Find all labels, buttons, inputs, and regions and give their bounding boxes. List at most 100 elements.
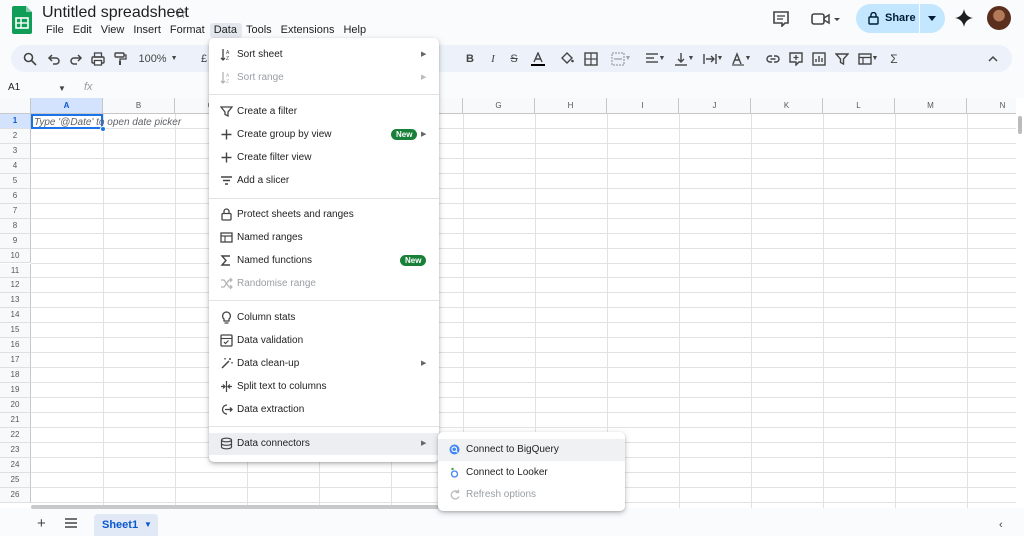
insert-comment-icon[interactable] bbox=[788, 50, 804, 67]
fill-color-icon[interactable] bbox=[559, 50, 575, 67]
menu-item-randomise-range[interactable]: Randomise range bbox=[209, 273, 439, 295]
chevron-down-icon[interactable]: ▼ bbox=[58, 84, 66, 93]
row-header[interactable]: 10 bbox=[0, 248, 31, 264]
column-header[interactable]: M bbox=[895, 98, 967, 114]
menu-data[interactable]: Data bbox=[209, 23, 242, 38]
column-header[interactable]: J bbox=[679, 98, 751, 114]
menu-item-sort-sheet[interactable]: A Z Sort sheet ▶ bbox=[209, 44, 439, 66]
chevron-down-icon[interactable] bbox=[928, 16, 936, 21]
menu-item-named-functions[interactable]: Named functions New bbox=[209, 250, 439, 272]
link-icon[interactable] bbox=[765, 50, 781, 67]
row-header[interactable]: 18 bbox=[0, 368, 31, 384]
comments-icon[interactable] bbox=[772, 11, 790, 27]
row-header[interactable]: 12 bbox=[0, 278, 31, 294]
menu-view[interactable]: View bbox=[97, 23, 130, 38]
row-header[interactable]: 22 bbox=[0, 427, 31, 443]
menu-item-column-stats[interactable]: Column stats bbox=[209, 307, 439, 329]
merge-cells-icon[interactable]: ▼ bbox=[608, 50, 634, 67]
menu-item-create-group-by-view[interactable]: Create group by view New ▶ bbox=[209, 124, 439, 146]
strikethrough-icon[interactable]: S bbox=[508, 50, 520, 67]
horizontal-align-icon[interactable]: ▼ bbox=[643, 50, 667, 67]
menu-item-split-text-to-columns[interactable]: Split text to columns bbox=[209, 376, 439, 398]
column-header[interactable]: G bbox=[463, 98, 535, 114]
filter-views-icon[interactable]: ▼ bbox=[856, 50, 880, 67]
row-header[interactable]: 4 bbox=[0, 158, 31, 174]
row-header[interactable]: 20 bbox=[0, 398, 31, 413]
menu-help[interactable]: Help bbox=[339, 23, 371, 38]
row-header[interactable]: 26 bbox=[0, 487, 31, 503]
all-sheets-icon[interactable] bbox=[65, 517, 77, 529]
chevron-down-icon[interactable]: ▼ bbox=[144, 520, 152, 529]
column-header[interactable]: B bbox=[103, 98, 175, 114]
menu-item-data-validation[interactable]: Data validation bbox=[209, 330, 439, 352]
row-header[interactable]: 6 bbox=[0, 188, 31, 204]
menu-item-add-a-slicer[interactable]: Add a slicer bbox=[209, 170, 439, 192]
row-header[interactable]: 2 bbox=[0, 128, 31, 144]
menu-item-data-connectors[interactable]: Data connectors ▶ bbox=[209, 433, 439, 455]
menu-item-named-ranges[interactable]: Named ranges bbox=[209, 227, 439, 249]
column-header[interactable]: I bbox=[607, 98, 679, 114]
italic-icon[interactable]: I bbox=[487, 50, 499, 67]
row-header[interactable]: 23 bbox=[0, 442, 31, 458]
submenu-item-connect-to-bigquery[interactable]: Connect to BigQuery bbox=[438, 439, 625, 461]
row-header[interactable]: 14 bbox=[0, 308, 31, 324]
menu-item-data-extraction[interactable]: Data extraction bbox=[209, 399, 439, 421]
text-rotation-icon[interactable]: ▼ bbox=[729, 50, 753, 67]
redo-icon[interactable] bbox=[68, 50, 84, 67]
bold-icon[interactable]: B bbox=[464, 50, 476, 67]
row-header[interactable]: 9 bbox=[0, 233, 31, 249]
row-header[interactable]: 3 bbox=[0, 143, 31, 159]
row-header[interactable]: 1 bbox=[0, 114, 31, 129]
row-header[interactable]: 7 bbox=[0, 203, 31, 219]
menu-item-protect-sheets-and-ranges[interactable]: Protect sheets and ranges bbox=[209, 204, 439, 226]
row-header[interactable]: 16 bbox=[0, 338, 31, 354]
column-header[interactable]: K bbox=[751, 98, 823, 114]
column-header[interactable]: A bbox=[31, 98, 103, 114]
share-button[interactable]: Share bbox=[856, 4, 945, 33]
select-all-corner[interactable] bbox=[0, 98, 31, 114]
vertical-align-icon[interactable]: ▼ bbox=[672, 50, 696, 67]
name-box[interactable]: A1 bbox=[8, 82, 20, 93]
menu-item-create-filter-view[interactable]: Create filter view bbox=[209, 147, 439, 169]
chevron-left-icon[interactable]: ‹ bbox=[999, 519, 1003, 531]
menu-item-create-a-filter[interactable]: Create a filter bbox=[209, 101, 439, 123]
print-icon[interactable] bbox=[90, 50, 106, 67]
row-header[interactable]: 21 bbox=[0, 413, 31, 428]
column-header[interactable]: L bbox=[823, 98, 895, 114]
row-header[interactable]: 19 bbox=[0, 383, 31, 399]
gemini-icon[interactable] bbox=[955, 9, 973, 27]
meet-icon[interactable] bbox=[811, 11, 841, 27]
vertical-scrollbar-thumb[interactable] bbox=[1018, 116, 1022, 134]
menu-edit[interactable]: Edit bbox=[69, 23, 97, 38]
row-header[interactable]: 15 bbox=[0, 323, 31, 339]
menu-item-data-clean-up[interactable]: Data clean-up ▶ bbox=[209, 353, 439, 375]
submenu-item-refresh-options[interactable]: Refresh options bbox=[438, 484, 625, 506]
row-header[interactable]: 13 bbox=[0, 293, 31, 309]
paint-format-icon[interactable] bbox=[112, 50, 128, 67]
undo-icon[interactable] bbox=[46, 50, 62, 67]
star-icon[interactable]: ☆ bbox=[174, 4, 187, 22]
row-header[interactable]: 24 bbox=[0, 457, 31, 473]
functions-icon[interactable]: Σ bbox=[887, 50, 901, 67]
add-sheet-icon[interactable]: + bbox=[37, 515, 46, 532]
sheet-tab[interactable]: Sheet1 ▼ bbox=[94, 514, 158, 536]
horizontal-scrollbar-thumb[interactable] bbox=[31, 505, 440, 509]
menu-insert[interactable]: Insert bbox=[129, 23, 166, 38]
search-icon[interactable] bbox=[22, 50, 38, 67]
zoom-select[interactable]: 100% ▼ bbox=[137, 50, 179, 67]
menu-format[interactable]: Format bbox=[166, 23, 210, 38]
collapse-toolbar-icon[interactable] bbox=[986, 50, 1000, 67]
row-header[interactable]: 25 bbox=[0, 472, 31, 488]
text-wrap-icon[interactable]: ▼ bbox=[701, 50, 725, 67]
avatar[interactable] bbox=[987, 6, 1011, 30]
row-header[interactable]: 11 bbox=[0, 263, 31, 279]
currency-format[interactable]: £ bbox=[199, 50, 209, 67]
vertical-scrollbar[interactable] bbox=[1016, 98, 1024, 508]
menu-tools[interactable]: Tools bbox=[242, 23, 277, 38]
menu-extensions[interactable]: Extensions bbox=[277, 23, 340, 38]
filter-icon[interactable] bbox=[834, 50, 850, 67]
text-color-icon[interactable] bbox=[530, 50, 546, 67]
column-header[interactable]: N bbox=[967, 98, 1016, 114]
row-header[interactable]: 5 bbox=[0, 173, 31, 189]
column-header[interactable]: H bbox=[535, 98, 607, 114]
